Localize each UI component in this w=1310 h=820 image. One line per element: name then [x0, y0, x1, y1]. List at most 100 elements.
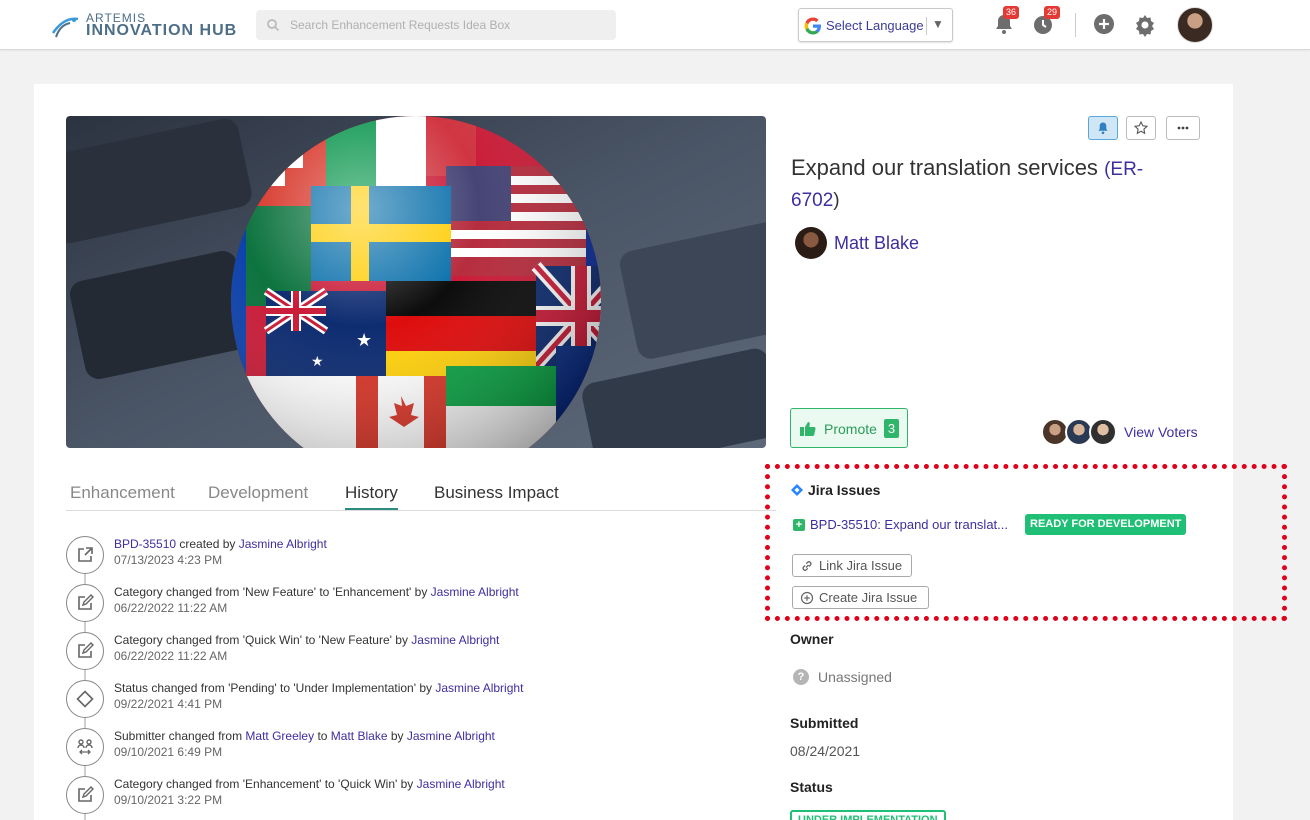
- logo-mark-icon: [51, 17, 79, 38]
- history-date: 06/22/2022 11:22 AM: [114, 601, 228, 615]
- tab-business-impact[interactable]: Business Impact: [434, 483, 559, 503]
- history-item: Category changed from 'Enhancement' to '…: [66, 776, 746, 816]
- history-icon-wrapper: [66, 536, 104, 574]
- status-label: Status: [790, 779, 833, 795]
- notifications-button[interactable]: 36: [991, 6, 1020, 37]
- owner-label: Owner: [790, 631, 834, 647]
- status-badge: UNDER IMPLEMENTATION: [790, 810, 946, 820]
- history-text: Status changed from 'Pending' to 'Under …: [114, 681, 523, 695]
- external-link-icon: [78, 547, 93, 562]
- link-jira-issue-button[interactable]: Link Jira Issue: [792, 554, 912, 577]
- history-text-part: by: [387, 729, 407, 743]
- link-jira-issue-label: Link Jira Issue: [819, 558, 903, 573]
- history-date: 07/13/2023 4:23 PM: [114, 553, 223, 567]
- tab-history[interactable]: History: [345, 483, 398, 510]
- history-text-part: Status changed from 'Pending' to 'Under …: [114, 681, 436, 695]
- history-text-part: to: [314, 729, 331, 743]
- history-item: Status changed from 'Pending' to 'Under …: [66, 680, 746, 720]
- history-link[interactable]: Matt Blake: [331, 729, 388, 743]
- history-link[interactable]: Matt Greeley: [245, 729, 314, 743]
- history-icon-wrapper: [66, 584, 104, 622]
- activity-badge: 29: [1044, 6, 1061, 19]
- history-text: BPD-35510 created by Jasmine Albright: [114, 537, 327, 551]
- history-link[interactable]: Jasmine Albright: [431, 585, 519, 599]
- jira-issues-title: Jira Issues: [808, 482, 881, 498]
- diamond-icon: [76, 690, 94, 708]
- subscribe-button[interactable]: [1088, 116, 1118, 140]
- history-date: 09/10/2021 6:49 PM: [114, 745, 223, 759]
- logo-text-big: INNOVATION HUB: [86, 22, 238, 39]
- activity-button[interactable]: 29: [1031, 6, 1061, 37]
- jira-status-badge: READY FOR DEVELOPMENT: [1025, 514, 1187, 535]
- gear-icon: [1136, 15, 1154, 37]
- add-button[interactable]: [1093, 13, 1119, 39]
- promote-label: Promote: [824, 421, 877, 437]
- history-text-part: Submitter changed from: [114, 729, 246, 743]
- tab-development[interactable]: Development: [208, 483, 308, 503]
- tab-enhancement[interactable]: Enhancement: [70, 483, 175, 503]
- search-icon: [267, 19, 280, 32]
- bell-icon: [1098, 122, 1108, 135]
- history-link[interactable]: Jasmine Albright: [411, 633, 499, 647]
- history-text: Submitter changed from Matt Greeley to M…: [114, 729, 495, 743]
- history-link[interactable]: Jasmine Albright: [407, 729, 495, 743]
- search-bar[interactable]: [256, 10, 616, 40]
- create-jira-issue-button[interactable]: Create Jira Issue: [792, 586, 929, 609]
- author-link[interactable]: Matt Blake: [834, 233, 919, 254]
- history-text-part: Category changed from 'New Feature' to '…: [114, 585, 431, 599]
- history-text: Category changed from 'New Feature' to '…: [114, 585, 519, 599]
- history-link[interactable]: Jasmine Albright: [417, 777, 505, 791]
- history-link[interactable]: Jasmine Albright: [239, 537, 327, 551]
- history-date: 09/22/2021 4:41 PM: [114, 697, 223, 711]
- promote-count: 3: [884, 419, 899, 438]
- promote-button[interactable]: Promote 3: [790, 408, 908, 448]
- submitted-value: 08/24/2021: [790, 743, 861, 759]
- history-item: BPD-35510 created by Jasmine Albright 07/…: [66, 536, 746, 576]
- history-icon-wrapper: [66, 728, 104, 766]
- user-avatar[interactable]: [1177, 7, 1213, 43]
- plus-circle-icon: [1094, 14, 1114, 34]
- history-date: 06/22/2022 11:22 AM: [114, 649, 228, 663]
- more-options-button[interactable]: [1166, 116, 1200, 140]
- view-voters-link[interactable]: View Voters: [1124, 424, 1198, 440]
- create-jira-issue-label: Create Jira Issue: [819, 590, 918, 605]
- question-icon: ?: [793, 669, 809, 685]
- thumbs-up-icon: [800, 422, 816, 436]
- plus-circle-icon: [800, 591, 814, 605]
- idea-id-close-paren: ): [833, 190, 840, 211]
- idea-image: ★ ★: [66, 116, 766, 448]
- idea-title-text: Expand our translation services: [791, 155, 1098, 180]
- ellipsis-icon: [1177, 126, 1189, 130]
- idea-title: Expand our translation services (ER-6702…: [791, 153, 1191, 215]
- history-text-part: Category changed from 'Enhancement' to '…: [114, 777, 417, 791]
- voter-avatar[interactable]: [1089, 418, 1117, 446]
- language-select[interactable]: Select Language ▼: [798, 8, 953, 42]
- google-icon: [804, 17, 821, 35]
- star-icon: [1134, 121, 1148, 135]
- toolbar-divider: [1075, 13, 1076, 37]
- author-avatar[interactable]: [795, 227, 827, 259]
- edit-icon: [78, 786, 94, 802]
- idea-tabs: Enhancement Development History Business…: [66, 480, 776, 511]
- history-icon-wrapper: [66, 776, 104, 814]
- history-text-part: created by: [176, 537, 239, 551]
- history-text-part: Category changed from 'Quick Win' to 'Ne…: [114, 633, 412, 647]
- history-text: Category changed from 'Enhancement' to '…: [114, 777, 505, 791]
- people-swap-icon: [77, 739, 93, 755]
- edit-icon: [78, 642, 94, 658]
- logo[interactable]: ARTEMIS INNOVATION HUB: [48, 9, 238, 41]
- language-divider: [926, 17, 927, 35]
- history-text: Category changed from 'Quick Win' to 'Ne…: [114, 633, 499, 647]
- notifications-badge: 36: [1003, 6, 1020, 19]
- submitted-label: Submitted: [790, 715, 859, 731]
- settings-button[interactable]: [1133, 13, 1159, 39]
- history-item: Category changed from 'Quick Win' to 'Ne…: [66, 632, 746, 672]
- favorite-button[interactable]: [1126, 116, 1156, 140]
- history-link[interactable]: Jasmine Albright: [435, 681, 523, 695]
- history-item: Category changed from 'New Feature' to '…: [66, 584, 746, 624]
- language-label: Select Language: [826, 18, 924, 33]
- owner-value: Unassigned: [818, 669, 892, 685]
- history-link[interactable]: BPD-35510: [114, 537, 176, 551]
- search-input[interactable]: [290, 10, 610, 40]
- story-icon: +: [793, 519, 805, 531]
